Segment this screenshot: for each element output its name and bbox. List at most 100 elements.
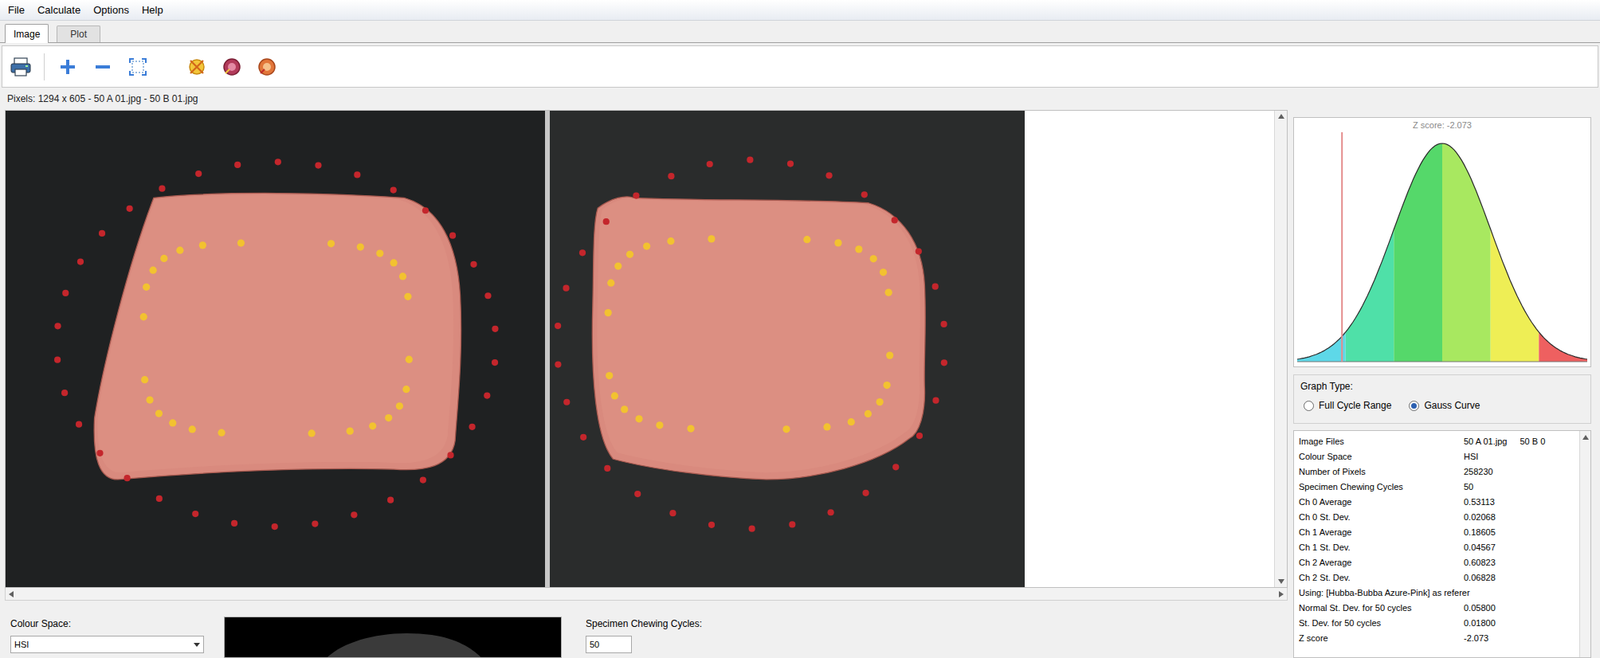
curve-band (1297, 332, 1346, 362)
tab-label: Plot (70, 27, 87, 42)
preview-box (223, 616, 562, 658)
result-value: 0.06828 (1463, 570, 1509, 586)
tab-label: Image (13, 27, 40, 42)
toolbar (1, 45, 1599, 88)
horizontal-scrollbar[interactable] (4, 588, 1288, 601)
result-value: 50 (1463, 479, 1487, 495)
result-key: Number of Pixels (1298, 464, 1464, 480)
gauss-curve (1294, 132, 1591, 367)
pixels-info: Pixels: 1294 x 605 - 50 A 01.jpg - 50 B … (7, 91, 199, 106)
radio-label: Gauss Curve (1423, 398, 1480, 413)
radio-dot (1411, 403, 1417, 409)
result-key: Colour Space (1298, 449, 1464, 465)
graph-type-group: Graph Type: Full Cycle Range Gauss Curve (1293, 374, 1592, 424)
colour-space-label: Colour Space: (10, 616, 224, 632)
result-key: Z score (1298, 631, 1464, 647)
fit-screen-icon (128, 57, 148, 77)
print-button[interactable] (8, 54, 33, 79)
dropdown-arrow-icon (193, 643, 200, 648)
image-viewport[interactable] (4, 109, 1288, 589)
radio-circle[interactable] (1303, 400, 1314, 412)
scroll-left-icon[interactable] (8, 591, 14, 598)
radio-label: Full Cycle Range (1318, 398, 1392, 413)
result-value: 0.18605 (1463, 525, 1509, 541)
result-row: Using: [Hubba-Bubba Azure-Pink] as refer… (1298, 585, 1575, 601)
result-row: Z score-2.073 (1298, 631, 1575, 647)
menu-item[interactable]: Options (86, 0, 136, 20)
menu-item[interactable]: Calculate (31, 0, 87, 20)
graph-type-radio[interactable]: Full Cycle Range (1303, 398, 1392, 413)
result-row: Number of Pixels258230 (1298, 464, 1575, 480)
result-key: Specimen Chewing Cycles (1298, 479, 1464, 495)
result-row: Ch 2 St. Dev.0.06828 (1298, 570, 1575, 586)
fit-button[interactable] (125, 54, 150, 79)
result-row: Ch 0 St. Dev.0.02068 (1298, 509, 1575, 526)
gum-pink-button[interactable] (219, 54, 244, 79)
result-key: Ch 2 St. Dev. (1298, 570, 1464, 586)
scroll-right-icon[interactable] (1278, 591, 1284, 598)
result-value: 0.60823 (1463, 555, 1509, 571)
scroll-down-icon[interactable] (1278, 579, 1285, 585)
z-score-marker (1341, 132, 1343, 362)
gum-orange-button[interactable] (254, 54, 279, 79)
curve-band (1393, 143, 1443, 362)
scroll-up-icon[interactable] (1582, 435, 1589, 440)
vertical-scrollbar[interactable] (1274, 110, 1287, 588)
result-value: HSI (1463, 449, 1491, 465)
cycles-label: Specimen Chewing Cycles: (585, 616, 702, 632)
tab[interactable]: Image (4, 23, 49, 44)
result-row: St. Dev. for 50 cycles0.01800 (1298, 615, 1575, 632)
result-key: Normal St. Dev. for 50 cycles (1298, 600, 1464, 616)
curve-band (1538, 332, 1588, 362)
menu-item[interactable]: Help (135, 0, 170, 20)
result-row: Image Files50 A 01.jpg50 B 0 (1298, 434, 1575, 450)
result-value: 0.02068 (1463, 509, 1509, 526)
result-row: Specimen Chewing Cycles50 (1298, 479, 1575, 495)
result-key: Image Files (1298, 434, 1464, 450)
scroll-up-icon[interactable] (1278, 113, 1285, 119)
chart-title: Z score: -2.073 (1412, 118, 1472, 133)
graph-type-label: Graph Type: (1300, 379, 1585, 394)
colour-space-select[interactable]: HSI (10, 635, 204, 654)
result-key: Ch 2 Average (1298, 555, 1464, 571)
result-key: Ch 1 Average (1298, 525, 1464, 541)
result-row: Ch 1 St. Dev.0.04567 (1298, 540, 1575, 556)
colour-space-value: HSI (14, 638, 29, 652)
radio-circle[interactable] (1408, 400, 1420, 412)
result-row: Ch 0 Average0.53113 (1298, 494, 1575, 510)
tab[interactable]: Plot (56, 25, 101, 43)
result-value: 50 B 0 (1519, 434, 1558, 450)
result-value: 50 A 01.jpg (1463, 434, 1520, 450)
cycles-input[interactable]: 50 (585, 635, 632, 654)
minus-icon (94, 58, 112, 76)
zoom-in-button[interactable] (55, 54, 80, 79)
zoom-out-button[interactable] (90, 54, 115, 79)
result-row: Ch 1 Average0.18605 (1298, 525, 1575, 541)
specimen-photo (549, 110, 1025, 588)
result-value: 0.04567 (1463, 540, 1509, 556)
result-value: 258230 (1463, 464, 1506, 480)
cycles-value: 50 (589, 638, 600, 652)
results-scrollbar[interactable] (1579, 431, 1591, 658)
graph-type-radio[interactable]: Gauss Curve (1408, 398, 1480, 413)
gum-pink-icon (221, 56, 243, 78)
result-key: Ch 0 Average (1298, 494, 1464, 510)
result-value: 0.01800 (1463, 615, 1509, 632)
result-value: -2.073 (1463, 631, 1502, 647)
gauss-chart: Z score: -2.073 (1293, 117, 1592, 368)
result-key: Ch 1 St. Dev. (1298, 540, 1464, 556)
result-key: Ch 0 St. Dev. (1298, 509, 1464, 526)
curve-band (1442, 143, 1491, 362)
result-row: Colour SpaceHSI (1298, 449, 1575, 465)
printer-icon (9, 56, 32, 78)
plus-icon (58, 58, 77, 76)
result-row: Normal St. Dev. for 50 cycles0.05800 (1298, 600, 1575, 616)
results-box: Image Files50 A 01.jpg50 B 0Colour Space… (1293, 430, 1592, 658)
result-key: St. Dev. for 50 cycles (1298, 615, 1464, 632)
result-key: Using: [Hubba-Bubba Azure-Pink] as refer… (1298, 585, 1471, 601)
result-value: 0.53113 (1463, 494, 1508, 510)
menu-item[interactable]: File (1, 0, 32, 20)
specimen-photo (5, 110, 546, 588)
gum-yellow-button[interactable] (184, 54, 209, 79)
menu-bar: FileCalculateOptionsHelp (0, 0, 1600, 21)
